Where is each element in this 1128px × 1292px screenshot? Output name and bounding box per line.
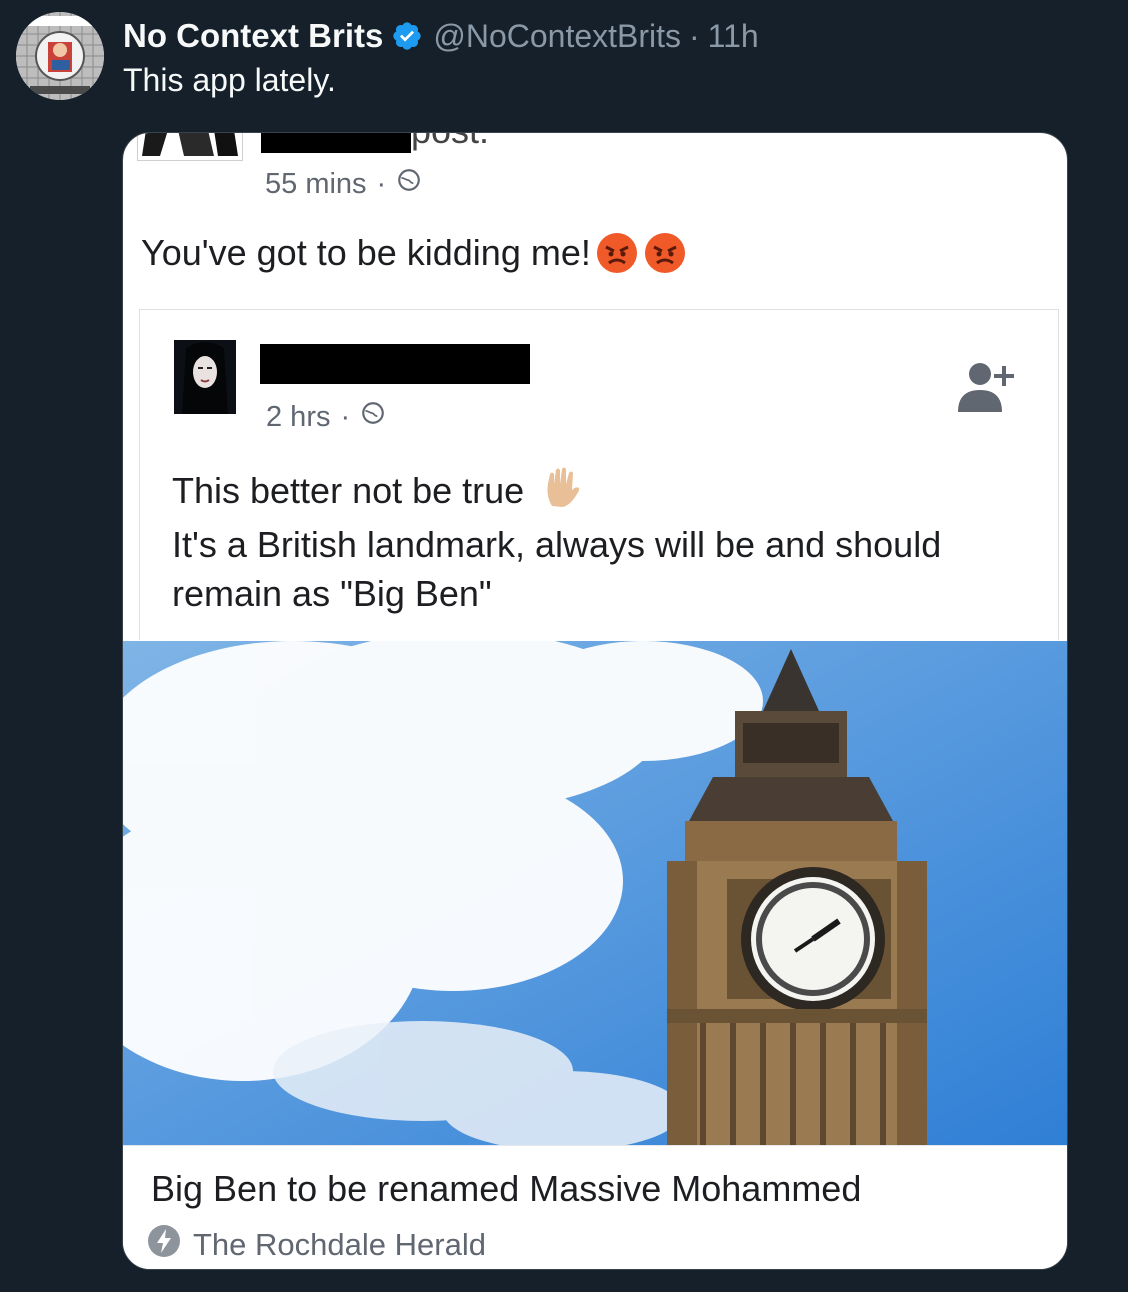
redacted-name-bar xyxy=(260,344,530,384)
link-title[interactable]: Big Ben to be renamed Massive Mohammed xyxy=(151,1168,861,1210)
big-ben-photo xyxy=(123,641,1067,1145)
redacted-name-bar xyxy=(261,133,411,153)
shared-post-line-3: remain as "Big Ben" xyxy=(172,573,492,615)
shared-post-line-2: It's a British landmark, always will be … xyxy=(172,524,942,566)
link-preview[interactable]: Big Ben to be renamed Massive Mohammed T… xyxy=(123,1145,1067,1269)
tweet-text: This app lately. xyxy=(123,62,336,98)
post-text: You've got to be kidding me! xyxy=(141,231,687,275)
lightning-bolt-icon xyxy=(147,1224,181,1266)
tweet-header: No Context Brits @NoContextBrits · 11h xyxy=(123,14,759,58)
shared-post-text: This better not be true It's a British l… xyxy=(172,466,1032,618)
shared-post-meta: 2 hrs · xyxy=(266,400,386,434)
raised-hand-icon xyxy=(542,466,582,520)
angry-face-icon xyxy=(643,231,687,275)
shared-post: 2 hrs · This better not be true It's a B… xyxy=(139,309,1059,640)
separator-dot: · xyxy=(689,17,700,54)
separator-dot: · xyxy=(340,400,351,433)
shared-post-avatar xyxy=(174,340,236,414)
tweet-media-image[interactable]: post. 55 mins · You've got to be kidding… xyxy=(122,132,1068,1270)
globe-icon xyxy=(360,400,386,434)
post-message: You've got to be kidding me! xyxy=(141,232,591,273)
source-name: The Rochdale Herald xyxy=(193,1227,486,1262)
shared-post-time: 2 hrs xyxy=(266,400,331,433)
display-name[interactable]: No Context Brits xyxy=(123,17,383,55)
cropped-avatar xyxy=(137,133,243,161)
add-friend-icon[interactable] xyxy=(954,358,1018,419)
separator-dot: · xyxy=(376,167,387,200)
globe-icon xyxy=(396,167,422,201)
verified-badge-icon xyxy=(391,20,423,52)
shared-post-line-1: This better not be true xyxy=(172,470,525,511)
user-handle[interactable]: @NoContextBrits xyxy=(433,18,681,55)
link-source: The Rochdale Herald xyxy=(147,1224,486,1266)
profile-avatar[interactable] xyxy=(16,12,104,100)
tweet-time[interactable]: 11h xyxy=(708,18,759,55)
angry-face-icon xyxy=(595,231,639,275)
post-time: 55 mins xyxy=(265,167,367,200)
post-meta: 55 mins · xyxy=(265,167,422,201)
cut-off-text: post. xyxy=(411,133,489,151)
